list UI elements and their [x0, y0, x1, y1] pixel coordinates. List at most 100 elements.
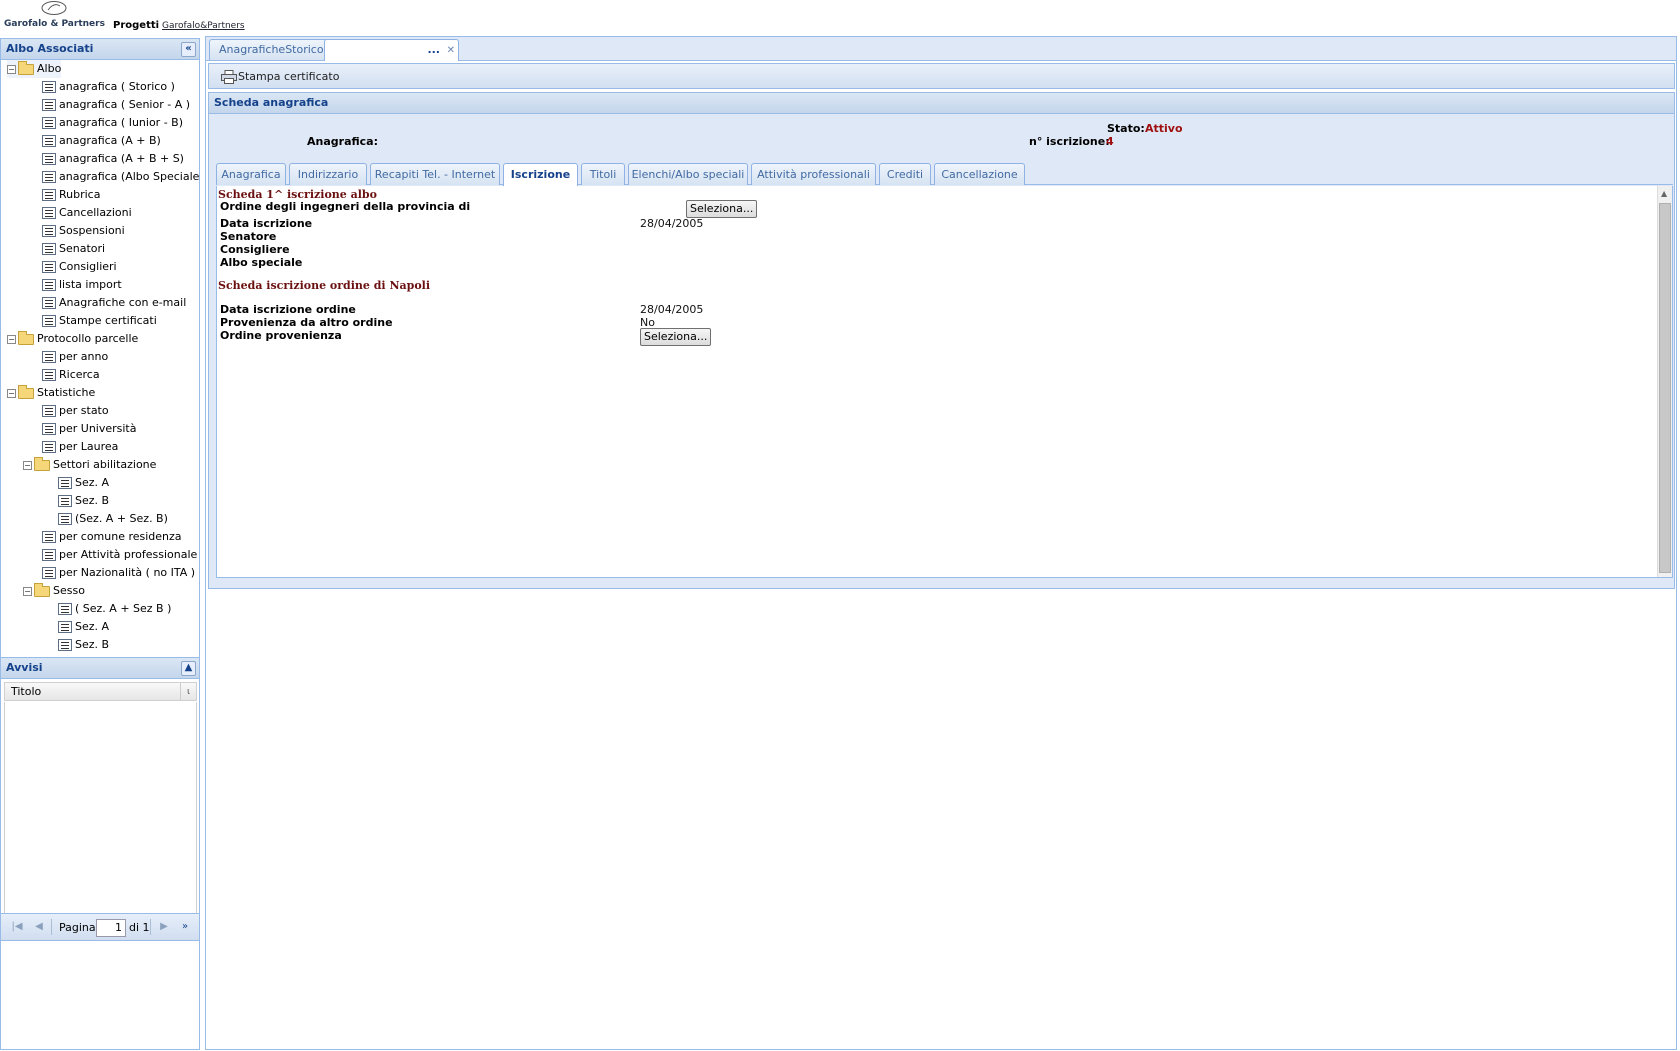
tree-node-leaf[interactable]: lista import	[23, 276, 122, 294]
collapse-toggle-icon[interactable]: −	[23, 586, 32, 596]
tab-current-record[interactable]: ... ✕	[324, 39, 459, 61]
tree-node-leaf[interactable]: per stato	[23, 402, 109, 420]
tree-node-leaf[interactable]: anagrafica ( Senior - A )	[23, 96, 190, 114]
list-document-icon	[42, 279, 56, 291]
first-page-icon[interactable]: |◀	[11, 921, 23, 933]
tree-node-leaf[interactable]: Sez. B	[39, 636, 109, 654]
avvisi-title: Avvisi	[6, 661, 43, 674]
tree-node-label: per Laurea	[59, 440, 119, 453]
list-document-icon	[58, 477, 72, 489]
tab-anagrafica[interactable]: Anagrafica	[216, 163, 286, 185]
tree-node-leaf[interactable]: Anagrafiche con e-mail	[23, 294, 186, 312]
tree-node-leaf[interactable]: per Università	[23, 420, 137, 438]
tab-recapiti[interactable]: Recapiti Tel. - Internet	[370, 163, 500, 185]
tree-node-folder[interactable]: − Settori abilitazione	[23, 456, 156, 474]
tree-node-leaf[interactable]: per Nazionalità ( no ITA )	[23, 564, 195, 582]
list-document-icon	[42, 315, 56, 327]
scroll-up-icon[interactable]: ▲	[1661, 189, 1667, 198]
tree-node-leaf[interactable]: Stampe certificati	[23, 312, 157, 330]
tree-node-leaf[interactable]: Sospensioni	[23, 222, 125, 240]
tree-node-leaf[interactable]: Cancellazioni	[23, 204, 132, 222]
tab-cancellazione[interactable]: Cancellazione	[934, 163, 1025, 185]
tab-crediti[interactable]: Crediti	[879, 163, 931, 185]
tree-node-label: (Sez. A + Sez. B)	[75, 512, 168, 525]
close-icon[interactable]: ✕	[447, 41, 455, 61]
tree-node-label: per Attività professionale	[59, 548, 198, 561]
tree-node-label: Settori abilitazione	[53, 458, 157, 471]
tab-label: Crediti	[886, 168, 924, 181]
tree-node-folder[interactable]: − Statistiche	[7, 384, 95, 402]
section-ordine-napoli-title: Scheda iscrizione ordine di Napoli	[218, 279, 431, 292]
header-link[interactable]: Garofalo&Partners	[162, 21, 245, 31]
list-document-icon	[42, 171, 56, 183]
collapse-toggle-icon[interactable]: −	[7, 64, 16, 74]
consigliere-label: Consigliere	[220, 243, 290, 256]
tree-node-folder[interactable]: − Protocollo parcelle	[7, 330, 138, 348]
tree-node-leaf[interactable]: per anno	[23, 348, 108, 366]
tree-node-leaf[interactable]: Consiglieri	[23, 258, 117, 276]
tree-node-leaf[interactable]: anagrafica (A + B + S)	[23, 150, 184, 168]
tree-node-leaf[interactable]: Sez. A	[39, 474, 109, 492]
tab-label: Cancellazione	[941, 168, 1018, 181]
tree-node-folder[interactable]: − Albo	[7, 60, 62, 78]
tree-node-label: Statistiche	[37, 386, 96, 399]
tree-node-leaf[interactable]: per Attività professionale	[23, 546, 197, 564]
tree-node-leaf[interactable]: Sez. B	[39, 492, 109, 510]
tree-node-leaf[interactable]: per Laurea	[23, 438, 118, 456]
next-page-icon[interactable]: ▶	[158, 921, 170, 933]
tree-node-label: Anagrafiche con e-mail	[59, 296, 187, 309]
page-number-input[interactable]: 1	[96, 919, 126, 937]
last-page-icon[interactable]: »	[179, 921, 191, 933]
select-provincia-button[interactable]: Seleziona...	[686, 200, 758, 218]
tab-titoli[interactable]: Titoli	[581, 163, 625, 185]
collapse-toggle-icon[interactable]: −	[7, 388, 16, 398]
avvisi-column-header[interactable]: Titolo ι	[4, 682, 197, 701]
collapse-up-icon[interactable]: ▲	[181, 661, 196, 676]
prev-page-icon[interactable]: ◀	[33, 921, 45, 933]
tree-node-leaf[interactable]: Sez. A	[39, 618, 109, 636]
folder-icon	[34, 456, 50, 471]
select-ordine-provenienza-button[interactable]: Seleziona...	[640, 328, 712, 346]
tree-node-leaf[interactable]: anagrafica (Albo Speciale)	[23, 168, 199, 186]
albo-speciale-label: Albo speciale	[220, 256, 303, 269]
ordine-provenienza-label: Ordine provenienza	[220, 329, 342, 342]
tab-indirizzario[interactable]: Indirizzario	[289, 163, 367, 185]
stato-value: Attivo	[1145, 122, 1183, 135]
avvisi-pager: |◀ ◀ Pagina 1 di 1 ▶ »	[1, 913, 199, 941]
data-iscrizione-label: Data iscrizione	[220, 217, 313, 230]
form-scrollbar[interactable]: ▲	[1657, 186, 1672, 577]
print-certificate-button[interactable]: Stampa certificato	[221, 68, 339, 86]
tree-node-leaf[interactable]: anagrafica (A + B)	[23, 132, 161, 150]
tree-node-leaf[interactable]: per comune residenza	[23, 528, 182, 546]
tab-elenchi-albo-speciali[interactable]: Elenchi/Albo speciali	[628, 163, 748, 185]
tree-node-leaf[interactable]: Senatori	[23, 240, 105, 258]
tab-attivita-professionali[interactable]: Attività professionali	[751, 163, 876, 185]
scrollbar-thumb[interactable]	[1659, 203, 1671, 573]
iscrizione-number-value: 4	[1106, 135, 1114, 148]
tree-node-label: per anno	[59, 350, 109, 363]
column-menu-icon[interactable]: ι	[180, 683, 196, 700]
avvisi-grid-body	[4, 702, 197, 916]
tree-node-leaf[interactable]: (Sez. A + Sez. B)	[39, 510, 168, 528]
double-chevron-left-icon[interactable]: «	[181, 42, 196, 57]
tab-anagrafiche-storico[interactable]: AnagraficheStorico	[209, 39, 334, 60]
list-document-icon	[58, 603, 72, 615]
tab-iscrizione[interactable]: Iscrizione	[503, 163, 578, 186]
tree-node-label: anagrafica ( Senior - A )	[59, 98, 191, 111]
tree-node-label: Protocollo parcelle	[37, 332, 139, 345]
tree-node-leaf[interactable]: Ricerca	[23, 366, 100, 384]
collapse-toggle-icon[interactable]: −	[23, 460, 32, 470]
tree-node-label: Stampe certificati	[59, 314, 157, 327]
folder-icon	[34, 582, 50, 597]
tree-node-leaf[interactable]: anagrafica ( Storico )	[23, 78, 175, 96]
tree-node-leaf[interactable]: anagrafica ( Iunior - B)	[23, 114, 183, 132]
tab-label: Iscrizione	[510, 168, 571, 181]
tree-node-label: per stato	[59, 404, 109, 417]
tree-node-leaf[interactable]: Rubrica	[23, 186, 100, 204]
navigation-tree: − Albo anagrafica ( Storico ) anagrafica ( …	[1, 60, 199, 672]
tree-node-leaf[interactable]: ( Sez. A + Sez B )	[39, 600, 171, 618]
collapse-toggle-icon[interactable]: −	[7, 334, 16, 344]
tree-node-folder[interactable]: − Sesso	[23, 582, 85, 600]
list-document-icon	[42, 567, 56, 579]
tree-node-label: anagrafica (A + B)	[59, 134, 161, 147]
